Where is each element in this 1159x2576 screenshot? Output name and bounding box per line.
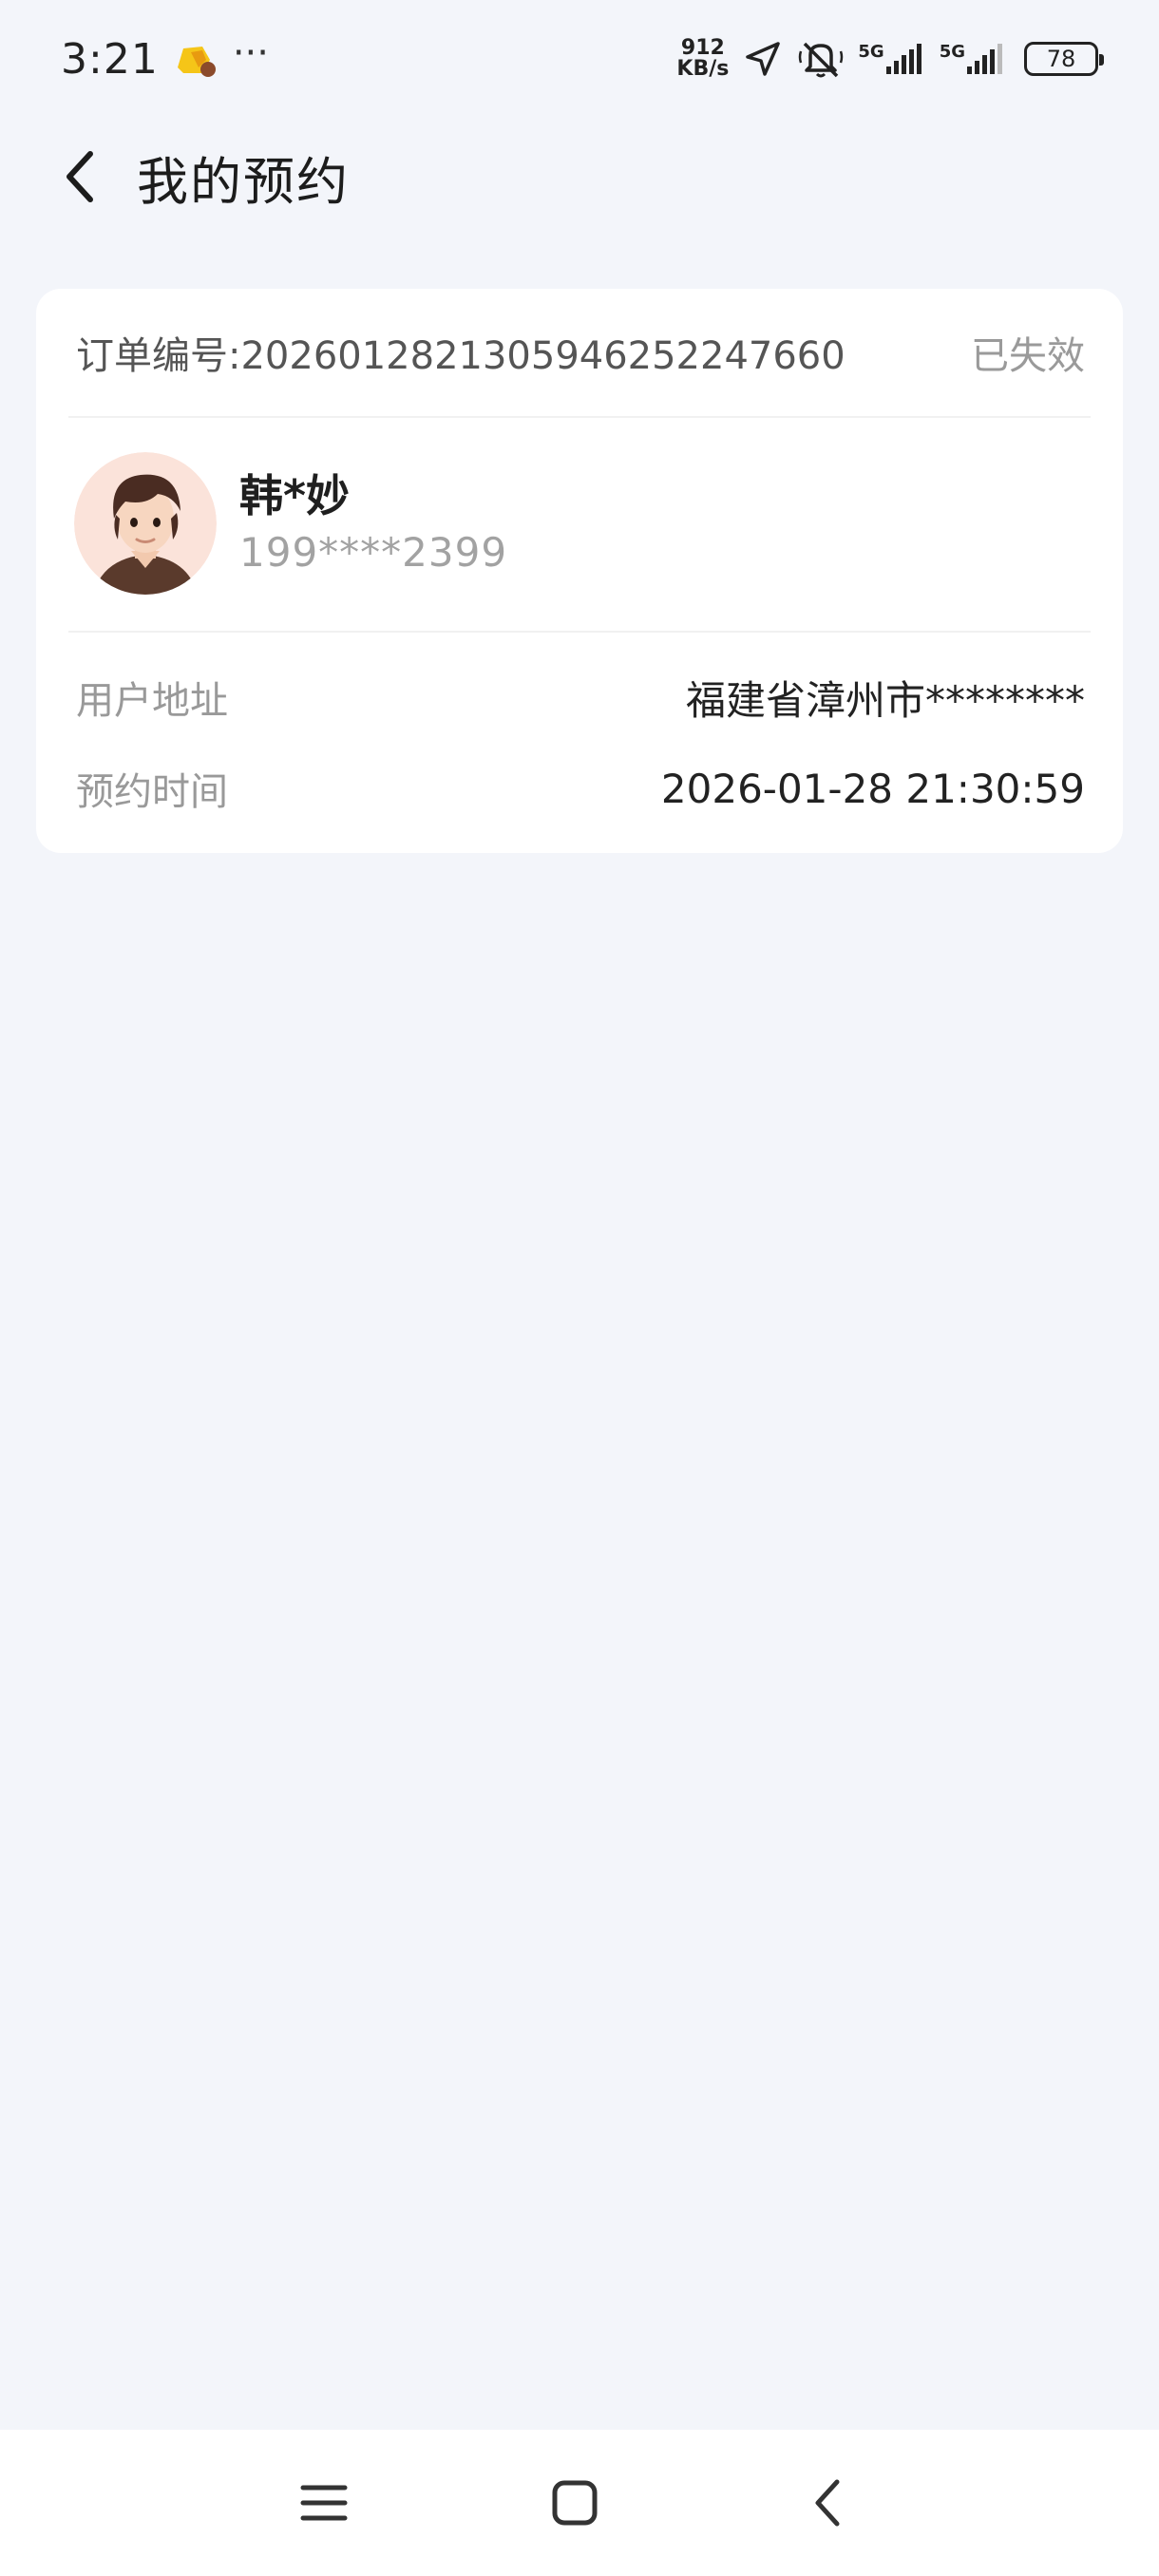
chevron-left-icon — [66, 151, 93, 202]
user-details: 韩*妙 199****2399 — [239, 466, 507, 580]
divider — [68, 416, 1091, 418]
system-nav-bar — [0, 2430, 1159, 2576]
nav-back-icon — [815, 2479, 840, 2527]
home-icon — [552, 2480, 598, 2526]
signal-sim2: 5G — [940, 42, 1007, 76]
app-notification-icon — [177, 47, 216, 77]
page-title: 我的预约 — [137, 151, 350, 212]
battery-level: 78 — [1046, 46, 1076, 72]
recents-button[interactable] — [281, 2460, 367, 2546]
address-label: 用户地址 — [76, 679, 228, 723]
screen: 3:21 ··· 912 KB/s 5G 5G 78 我的预约 订单编号:202… — [0, 0, 1159, 2576]
location-icon — [746, 42, 781, 76]
signal-sim2-label: 5G — [939, 42, 965, 62]
reservation-card[interactable]: 订单编号:2026012821305946252247660 已失效 韩*妙 1… — [36, 289, 1123, 853]
menu-icon — [300, 2485, 348, 2521]
network-speed-unit: KB/s — [676, 57, 730, 81]
signal-bars-icon — [885, 44, 922, 74]
order-status-badge: 已失效 — [971, 334, 1085, 378]
order-header: 订单编号:2026012821305946252247660 已失效 — [76, 289, 1085, 416]
avatar-image — [74, 452, 217, 595]
status-more-indicator: ··· — [232, 31, 269, 75]
reservation-time-row: 预约时间 2026-01-28 21:30:59 — [76, 760, 1085, 817]
avatar — [74, 452, 217, 595]
home-button[interactable] — [532, 2460, 618, 2546]
signal-sim1-label: 5G — [858, 42, 884, 62]
user-name: 韩*妙 — [239, 470, 351, 521]
user-info-row: 韩*妙 199****2399 — [74, 452, 507, 595]
battery-indicator: 78 — [1024, 42, 1104, 76]
status-time: 3:21 — [61, 34, 159, 84]
user-phone: 199****2399 — [239, 529, 508, 576]
network-speed: 912 KB/s — [676, 38, 729, 80]
signal-bars-icon — [967, 44, 1002, 74]
status-icons: 912 KB/s 5G 5G 78 — [676, 38, 1104, 80]
nav-back-button[interactable] — [785, 2460, 870, 2546]
reservation-time-label: 预约时间 — [76, 770, 228, 814]
status-bar: 3:21 ··· 912 KB/s 5G 5G 78 — [0, 0, 1159, 118]
address-row: 用户地址 福建省漳州市******** — [76, 669, 1085, 726]
signal-sim1: 5G — [858, 42, 925, 76]
app-header: 我的预约 — [0, 118, 1159, 236]
divider — [68, 631, 1091, 633]
address-value: 福建省漳州市******** — [685, 676, 1085, 724]
order-number: 订单编号:2026012821305946252247660 — [76, 334, 846, 378]
reservation-time-value: 2026-01-28 21:30:59 — [660, 765, 1085, 812]
mute-bell-icon — [799, 42, 844, 78]
network-speed-value: 912 — [680, 36, 725, 60]
back-button[interactable] — [38, 134, 124, 219]
